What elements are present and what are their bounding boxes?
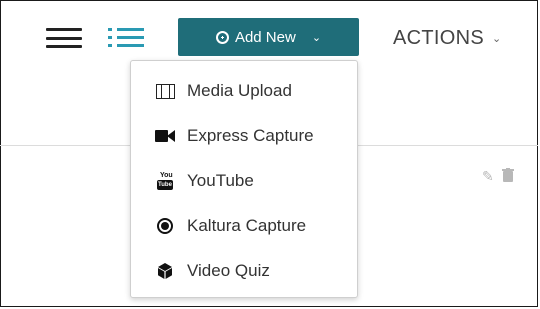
menu-item-express-capture[interactable]: Express Capture <box>131 116 357 156</box>
menu-item-media-upload[interactable]: Media Upload <box>131 71 357 111</box>
pencil-icon[interactable]: ✎ <box>482 168 494 185</box>
actions-label: ACTIONS <box>393 26 484 49</box>
cube-icon <box>155 261 175 281</box>
add-new-label: Add New <box>234 28 296 46</box>
menu-item-label: Kaltura Capture <box>187 216 307 235</box>
menu-item-youtube[interactable]: You Tube YouTube <box>131 161 357 201</box>
hamburger-menu-icon[interactable] <box>46 28 82 48</box>
record-icon <box>155 216 175 236</box>
list-view-icon[interactable] <box>108 28 144 48</box>
menu-item-kaltura-capture[interactable]: Kaltura Capture <box>131 206 357 246</box>
chevron-down-icon: ⌄ <box>311 31 322 44</box>
row-actions: ✎ <box>482 168 514 185</box>
menu-item-label: Media Upload <box>187 81 292 100</box>
menu-item-label: Video Quiz <box>187 261 270 280</box>
menu-item-label: Express Capture <box>187 126 314 145</box>
videocam-icon <box>155 126 175 146</box>
add-new-dropdown-menu: Media Upload Express Capture You Tube You… <box>130 60 358 298</box>
youtube-icon: You Tube <box>157 172 173 190</box>
plus-circle-icon <box>215 30 229 44</box>
film-icon <box>155 81 175 101</box>
add-new-button[interactable]: Add New ⌄ <box>178 18 359 56</box>
trash-icon[interactable] <box>501 168 514 185</box>
menu-item-video-quiz[interactable]: Video Quiz <box>131 251 357 291</box>
menu-item-label: YouTube <box>187 171 254 190</box>
actions-dropdown[interactable]: ACTIONS ⌄ <box>393 24 502 52</box>
chevron-down-icon: ⌄ <box>492 32 502 45</box>
